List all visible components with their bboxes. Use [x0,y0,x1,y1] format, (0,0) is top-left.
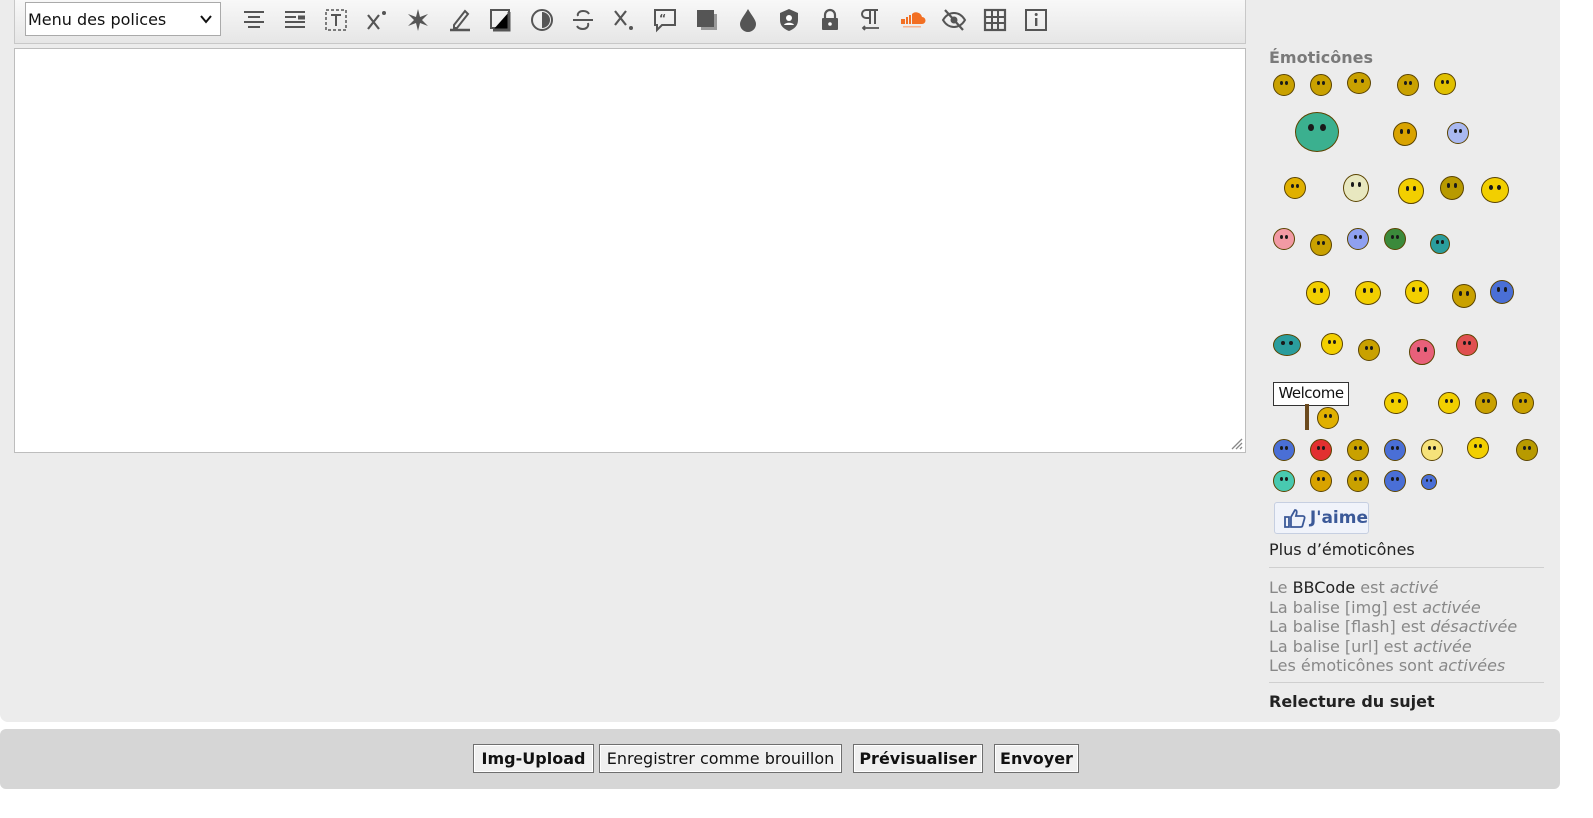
more-emoticons-link[interactable]: Plus d’émoticônes [1269,540,1415,559]
resize-grip-icon[interactable] [1227,434,1243,450]
text-box-icon[interactable] [315,4,356,36]
confused-smiley-icon[interactable] [1397,74,1419,96]
emoticons-title: Émoticônes [1269,48,1373,67]
flash-rule: La balise [flash] est désactivée [1269,617,1518,637]
table-icon[interactable] [974,4,1015,36]
svg-text:“: “ [659,12,666,25]
save-draft-button[interactable]: Enregistrer comme brouillon [599,744,842,773]
yellow-grin-icon[interactable] [1438,392,1460,414]
flying-smiley-icon[interactable] [1384,392,1408,414]
blue-sad-icon[interactable] [1273,439,1295,461]
blue-phone-icon[interactable] [1490,280,1514,304]
love-smiley-icon[interactable] [1310,234,1332,256]
sliding-smiley-icon[interactable] [1405,280,1429,304]
pacman-smiley-icon[interactable] [1306,281,1330,305]
send-button[interactable]: Envoyer [994,744,1079,773]
like-button[interactable]: J'aime [1274,502,1369,534]
superscript-icon[interactable] [357,4,398,36]
plus-one-smiley-icon[interactable] [1393,122,1417,146]
preview-button[interactable]: Prévisualiser [853,744,983,773]
bbcode-link[interactable]: BBCode [1293,578,1356,597]
message-textarea[interactable] [14,48,1246,453]
font-menu-label: Menu des polices [28,9,167,29]
font-menu-select[interactable]: Menu des polices [25,2,221,36]
contrast-icon[interactable] [521,4,562,36]
img-rule: La balise [img] est activée [1269,597,1481,617]
red-angry-icon[interactable] [1456,334,1478,356]
thumbs-up-blue-icon[interactable] [1447,122,1469,144]
divider [1269,567,1544,568]
formatting-toolbar: Menu des polices “ [14,0,1246,44]
teal-chomp-icon[interactable] [1430,234,1450,254]
welcome-smiley-icon[interactable] [1317,407,1339,429]
highlight-pen-icon[interactable] [439,4,480,36]
thinking-smiley-icon[interactable] [1347,72,1371,94]
standing-smiley-icon[interactable] [1481,177,1509,203]
sleeping-smiley-icon[interactable] [1358,339,1380,361]
url-rule: La balise [url] est activée [1269,636,1472,656]
teeth-smiley-icon[interactable] [1347,439,1369,461]
chevron-down-icon [200,15,212,24]
emoticons-rule: Les émoticônes sont activées [1269,656,1506,676]
shadow-icon[interactable] [686,4,727,36]
hat-smiley-icon[interactable] [1355,281,1381,305]
blue-surprised-icon[interactable] [1347,228,1369,250]
pale-worried-icon[interactable] [1421,439,1443,461]
bouncing-smiley-icon[interactable] [1467,437,1489,459]
like-label: J'aime [1309,508,1368,528]
user-shield-icon[interactable] [768,4,809,36]
strikethrough-icon[interactable] [563,4,604,36]
lock-icon[interactable] [810,4,851,36]
puzzled-smiley-icon[interactable] [1452,284,1476,308]
bbcode-rule: Le BBCode est activé [1269,578,1439,597]
blue-wink-icon[interactable] [1384,439,1406,461]
pink-knife-icon[interactable] [1409,339,1435,365]
welcome-sign[interactable]: Welcome [1273,382,1349,406]
paragraph-icon[interactable] [851,4,892,36]
cheering-green-icon[interactable] [1295,112,1339,152]
laughing-smiley-icon[interactable] [1516,439,1538,461]
sad-smiley-icon[interactable] [1310,74,1332,96]
blue-frown-icon[interactable] [1384,470,1406,492]
sparkle-icon[interactable] [398,4,439,36]
big-grin-icon[interactable] [1347,470,1369,492]
teal-dizzy-icon[interactable] [1273,470,1295,492]
border-box-icon[interactable] [480,4,521,36]
tongue-smiley-icon[interactable] [1512,392,1534,414]
align-justify-icon[interactable] [274,4,315,36]
cool-smiley-icon[interactable] [1434,73,1456,95]
red-mad-icon[interactable] [1310,439,1332,461]
double-thumbs-icon[interactable] [1284,177,1306,199]
soundcloud-icon[interactable] [892,4,933,36]
quote-icon[interactable]: “ [645,4,686,36]
bbcode-rules: Le BBCode est activé La balise [img] est… [1269,578,1517,676]
color-drop-icon[interactable] [727,4,768,36]
subscript-icon[interactable] [604,4,645,36]
thumbs-up-icon [1284,509,1306,528]
bandaged-smiley-icon[interactable] [1343,174,1369,202]
army-smiley-icon[interactable] [1440,176,1464,200]
welcome-post [1305,404,1309,430]
info-icon[interactable] [1016,4,1057,36]
olive-smile-icon[interactable] [1475,392,1497,414]
hide-eye-icon[interactable] [933,4,974,36]
blue-waving-icon[interactable] [1421,474,1437,490]
sidebar: Émoticônes [1269,46,1545,71]
yellow-smiley-icon[interactable] [1321,333,1343,355]
divider [1269,682,1544,683]
shocked-smiley-icon[interactable] [1310,470,1332,492]
pink-smiley-icon[interactable] [1273,228,1295,250]
smiley-icon[interactable] [1273,74,1295,96]
king-smiley-icon[interactable] [1398,178,1424,204]
teal-ninja-icon[interactable] [1273,334,1301,356]
img-upload-button[interactable]: Img-Upload [473,744,594,773]
align-center-icon[interactable] [233,4,274,36]
review-topic-link[interactable]: Relecture du sujet [1269,692,1435,711]
green-smiley-icon[interactable] [1384,228,1406,250]
